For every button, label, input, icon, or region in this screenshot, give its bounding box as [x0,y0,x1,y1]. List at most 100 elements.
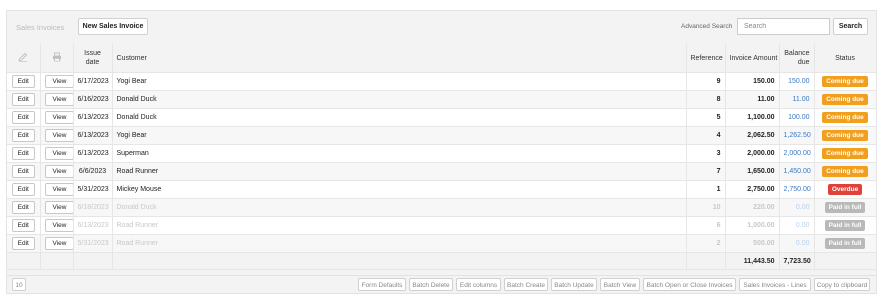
reference-cell: 6 [686,216,726,235]
edit-button[interactable]: Edit [11,219,35,232]
edit-cell: Edit [7,198,41,217]
invoice-amount-cell: 2,000.00 [725,144,780,163]
status-cell: Overdue [814,180,877,199]
footer-button-sales-invoices-lines[interactable]: Sales Invoices - Lines [739,278,811,291]
printer-icon [52,52,62,64]
invoice-amount-cell: 220.00 [725,198,780,217]
reference-cell: 4 [686,126,726,145]
balance-due-link[interactable]: 2,750.00 [784,186,811,193]
table-row[interactable]: Edit View 6/6/2023 Road Runner 7 1,650.00 1,45… [7,162,877,181]
footer-button-batch-view[interactable]: Batch View [600,278,640,291]
table-row[interactable]: Edit View 6/16/2023 Donald Duck 8 11.00 11.00 C… [7,90,877,109]
footer-button-edit-columns[interactable]: Edit columns [456,278,501,291]
footer-button-batch-create[interactable]: Batch Create [504,278,548,291]
status-cell: Paid in full [814,216,877,235]
customer-cell: Superman [112,144,687,163]
view-button[interactable]: View [44,111,72,124]
view-button[interactable]: View [44,183,72,196]
edit-button[interactable]: Edit [11,75,35,88]
balance-due-cell: 1,262.50 [779,126,815,145]
edit-button[interactable]: Edit [11,201,35,214]
status-cell: Paid in full [814,234,877,253]
reference-cell: 8 [686,90,726,109]
customer-cell: Road Runner [112,162,687,181]
edit-button[interactable]: Edit [11,147,35,160]
footer-button-batch-delete[interactable]: Batch Delete [409,278,453,291]
status-badge: Overdue [827,184,863,195]
view-button[interactable]: View [44,147,72,160]
issue-date-cell: 6/13/2023 [73,144,113,163]
footer-button-batch-open-or-close-invoices[interactable]: Batch Open or Close Invoices [643,278,736,291]
advanced-search-link[interactable]: Advanced Search [681,23,732,30]
status-cell: Coming due [814,108,877,127]
balance-due-header[interactable]: Balance due [779,44,815,73]
customer-cell: Road Runner [112,216,687,235]
toolbar: Sales Invoices New Sales Invoice Advance… [7,11,876,45]
new-sales-invoice-button[interactable]: New Sales Invoice [78,18,148,35]
view-button[interactable]: View [44,129,72,142]
search-button[interactable]: Search [833,18,868,35]
table-row[interactable]: Edit View 6/13/2023 Yogi Bear 4 2,062.50 1,262… [7,126,877,145]
issue-date-cell: 5/31/2023 [73,234,113,253]
search-input[interactable] [737,18,830,35]
edit-cell: Edit [7,108,41,127]
reference-header[interactable]: Reference [686,44,726,73]
table-row[interactable]: Edit View 6/17/2023 Yogi Bear 9 150.00 150.00 C… [7,72,877,91]
view-column-header [40,44,74,73]
footer-button-form-defaults[interactable]: Form Defaults [358,278,406,291]
table-row[interactable]: Edit View 5/31/2023 Mickey Mouse 1 2,750.00 2,… [7,180,877,199]
status-cell: Paid in full [814,198,877,217]
reference-cell: 2 [686,234,726,253]
edit-button[interactable]: Edit [11,183,35,196]
view-button[interactable]: View [44,219,72,232]
edit-button[interactable]: Edit [11,129,35,142]
customer-cell: Donald Duck [112,90,687,109]
balance-due-link[interactable]: 150.00 [788,78,809,85]
balance-due-link[interactable]: 2,000.00 [784,150,811,157]
view-cell: View [40,198,74,217]
balance-due-link[interactable]: 1,450.00 [784,168,811,175]
table-row[interactable]: Edit View 6/13/2023 Superman 3 2,000.00 2,000.… [7,144,877,163]
status-badge: Coming due [822,112,868,123]
edit-button[interactable]: Edit [11,93,35,106]
footer-button-batch-update[interactable]: Batch Update [551,278,597,291]
view-button[interactable]: View [44,75,72,88]
table-row[interactable]: Edit View 6/13/2023 Donald Duck 5 1,100.00 100… [7,108,877,127]
balance-due-link[interactable]: 100.00 [788,114,809,121]
balance-due-link[interactable]: 0.00 [796,204,810,211]
invoice-amount-cell: 1,000.00 [725,216,780,235]
edit-button[interactable]: Edit [11,111,35,124]
balance-due-link[interactable]: 0.00 [796,240,810,247]
view-button[interactable]: View [44,201,72,214]
invoices-table: Issue date Customer Reference Invoice Am… [7,44,877,270]
table-row[interactable]: Edit View 6/18/2023 Donald Duck 10 220.00 0.00… [7,198,877,217]
customer-cell: Yogi Bear [112,126,687,145]
reference-cell: 10 [686,198,726,217]
issue-date-header[interactable]: Issue date [73,44,113,73]
invoice-amount-header[interactable]: Invoice Amount [725,44,780,73]
edit-cell: Edit [7,216,41,235]
edit-button[interactable]: Edit [11,165,35,178]
view-button[interactable]: View [44,93,72,106]
footer-button-copy-to-clipboard[interactable]: Copy to clipboard [814,278,870,291]
balance-due-link[interactable]: 11.00 [793,96,810,103]
edit-cell: Edit [7,180,41,199]
balance-due-link[interactable]: 0.00 [796,222,810,229]
status-cell: Coming due [814,90,877,109]
balance-due-cell: 0.00 [779,216,815,235]
edit-button[interactable]: Edit [11,237,35,250]
status-cell: Coming due [814,126,877,145]
status-cell: Coming due [814,162,877,181]
invoice-amount-cell: 1,100.00 [725,108,780,127]
balance-due-link[interactable]: 1,262.50 [784,132,811,139]
view-button[interactable]: View [44,237,72,250]
table-row[interactable]: Edit View 5/31/2023 Road Runner 2 500.00 0.00 P… [7,234,877,253]
issue-date-cell: 6/13/2023 [73,126,113,145]
customer-header[interactable]: Customer [112,44,687,73]
issue-date-cell: 5/31/2023 [73,180,113,199]
reference-cell: 7 [686,162,726,181]
view-button[interactable]: View [44,165,72,178]
status-header[interactable]: Status [814,44,877,73]
table-row[interactable]: Edit View 6/13/2023 Road Runner 6 1,000.00 0.0… [7,216,877,235]
page-size-selector[interactable]: 10 [12,278,26,291]
